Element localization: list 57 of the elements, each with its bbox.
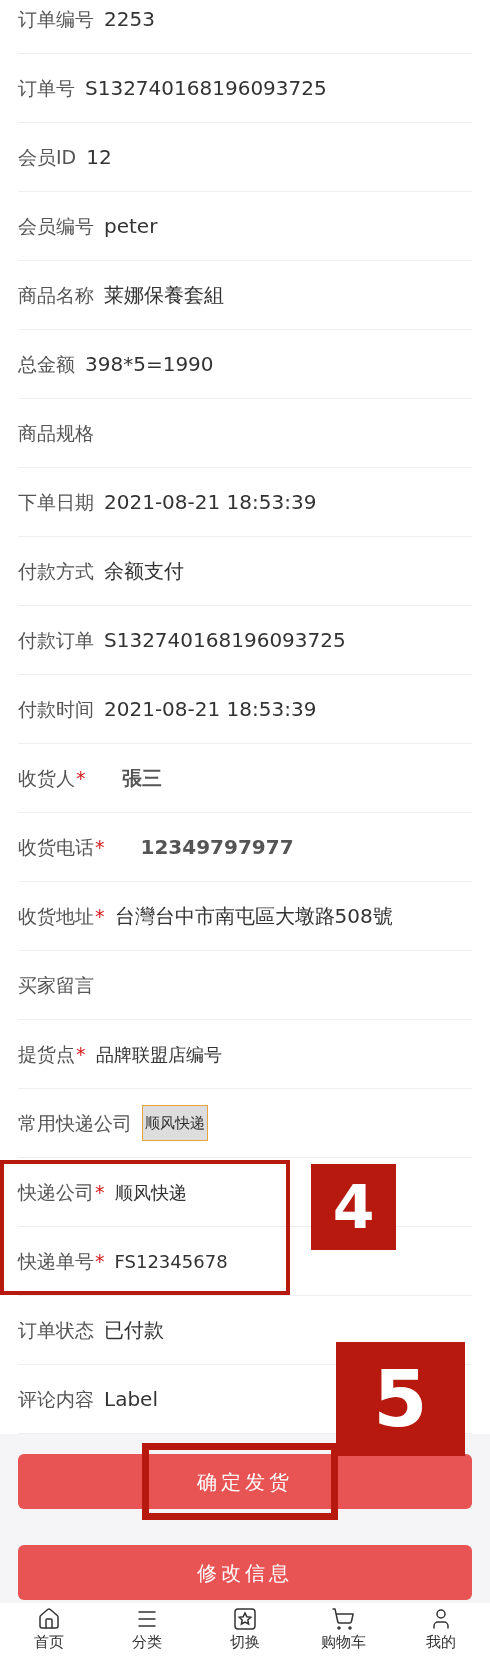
action-button[interactable]: 修改信息 — [18, 1545, 472, 1600]
field-label: 收货电话 — [18, 834, 94, 860]
field-label: 订单状态 — [18, 1317, 94, 1343]
required-mark: * — [95, 1248, 105, 1274]
field-value: 12 — [86, 144, 112, 171]
field-value: 品牌联盟店编号 — [95, 1042, 222, 1067]
field-value: S132740168196093725 — [104, 627, 346, 654]
cart-icon — [331, 1607, 355, 1631]
field-label: 会员编号 — [18, 213, 94, 239]
field-value: 398*5=1990 — [85, 351, 214, 378]
field-label: 会员ID — [18, 144, 77, 170]
required-mark: * — [95, 1179, 105, 1205]
field-value: 已付款 — [104, 1317, 164, 1344]
field-value: S132740168196093725 — [85, 75, 327, 102]
nav-tab[interactable]: 分类 — [112, 1607, 182, 1653]
field-label: 总金额 — [18, 351, 75, 377]
field-value: 12349797977 — [140, 834, 294, 861]
field-value: 2021-08-21 18:53:39 — [104, 489, 317, 516]
required-mark: * — [95, 903, 105, 929]
field-value: FS12345678 — [114, 1249, 228, 1274]
field-value: 2021-08-21 18:53:39 — [104, 696, 317, 723]
field-label: 买家留言 — [18, 972, 94, 998]
required-mark: * — [76, 765, 86, 791]
field-label: 评论内容 — [18, 1386, 94, 1412]
field-label: 常用快递公司 — [18, 1110, 132, 1136]
field-value: peter — [104, 213, 158, 240]
field-label: 提货点 — [18, 1041, 75, 1067]
field-label: 收货人 — [18, 765, 75, 791]
field-label: 付款方式 — [18, 558, 94, 584]
field-value: 台灣台中市南屯區大墩路508號 — [114, 903, 393, 930]
field-value: Label — [104, 1386, 158, 1413]
home-icon — [37, 1607, 61, 1631]
field-label: 快递单号 — [18, 1248, 94, 1274]
field-label: 付款时间 — [18, 696, 94, 722]
field-label: 下单日期 — [18, 489, 94, 515]
required-mark: * — [76, 1041, 86, 1067]
field-value: 余额支付 — [104, 558, 184, 585]
field-value: 顺风快递 — [114, 1180, 187, 1205]
nav-tab[interactable]: 切换 — [210, 1607, 280, 1653]
step-badge: 4 — [311, 1164, 396, 1250]
required-mark: * — [95, 834, 105, 860]
nav-tab[interactable]: 首页 — [14, 1607, 84, 1653]
nav-tab[interactable]: 购物车 — [308, 1607, 378, 1653]
field-value: 莱娜保養套組 — [104, 282, 224, 309]
field-label: 订单号 — [18, 75, 75, 101]
field-label: 收货地址 — [18, 903, 94, 929]
field-value: 張三 — [121, 765, 162, 792]
field-label: 付款订单 — [18, 627, 94, 653]
action-button[interactable]: 确定发货 — [18, 1454, 472, 1509]
field-label: 订单编号 — [18, 6, 94, 32]
field-value: 2253 — [104, 6, 155, 33]
step-badge: 5 — [336, 1342, 465, 1456]
field-label: 商品名称 — [18, 282, 94, 308]
field-label: 快递公司 — [18, 1179, 94, 1205]
nav-tab[interactable]: 我的 — [406, 1607, 476, 1653]
courier-chip[interactable]: 顺风快递 — [142, 1104, 208, 1142]
field-label: 商品规格 — [18, 420, 94, 446]
